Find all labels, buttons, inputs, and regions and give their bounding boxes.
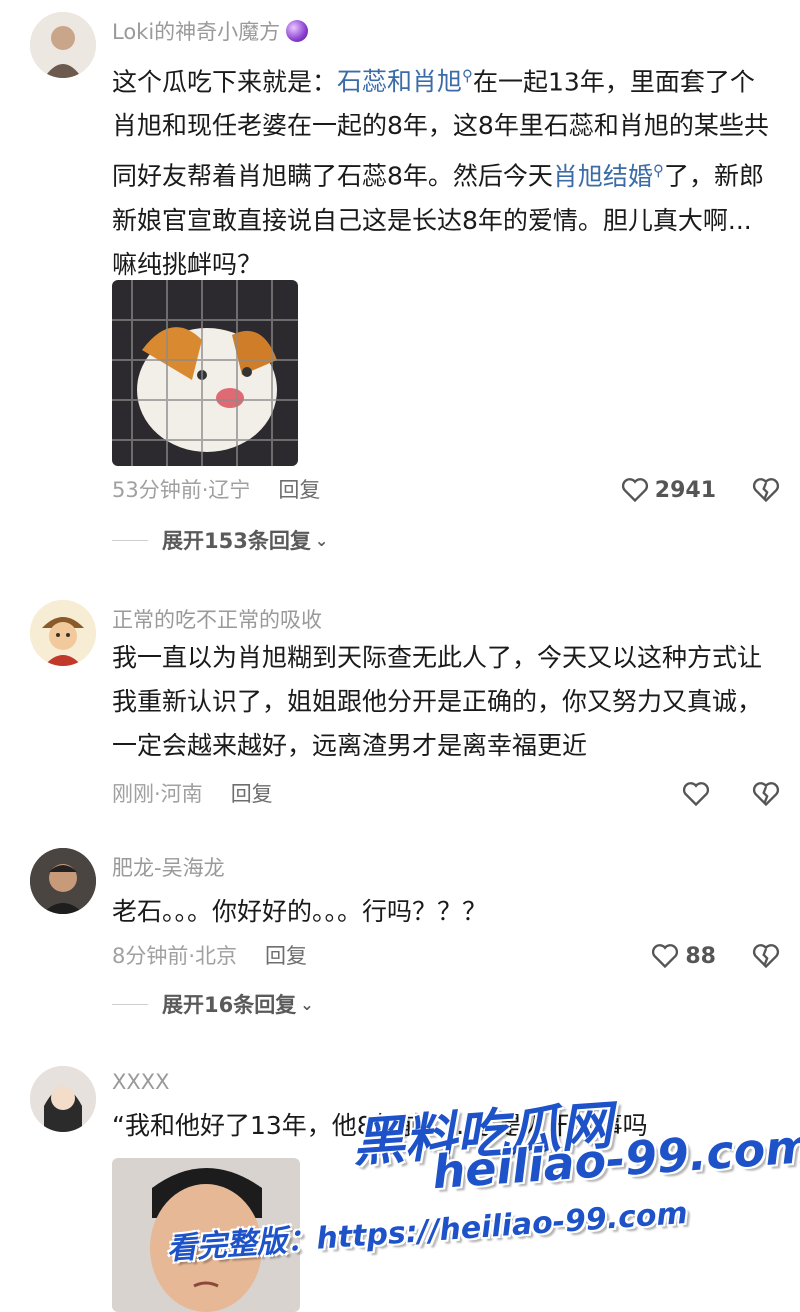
keyword-text: 石蕊和肖旭 [337, 67, 463, 97]
magic-orb-icon [286, 20, 309, 42]
username[interactable]: 正常的吃不正常的吸收 [112, 604, 322, 634]
avatar-image-icon [30, 1066, 96, 1132]
avatar[interactable] [30, 848, 96, 914]
cat-photo-image [112, 280, 298, 466]
time-location: 刚刚·河南 [112, 782, 203, 806]
comment-text: 老石。。。你好好的。。。行吗？？？ [112, 897, 488, 926]
expand-label: 展开153条回复 [162, 529, 311, 553]
search-icon: ⚲ [652, 161, 664, 180]
username[interactable]: 肥龙-吴海龙 [112, 852, 225, 882]
avatar-image-icon [30, 12, 96, 78]
time-location: 8分钟前·北京 [112, 944, 238, 968]
reply-button[interactable]: 回复 [278, 478, 320, 502]
keyword-link[interactable]: 石蕊和肖旭⚲ [337, 67, 473, 96]
dislike-button[interactable] [752, 472, 780, 508]
search-icon: ⚲ [462, 67, 474, 85]
comment-meta: 53分钟前·辽宁 回复 [112, 472, 320, 508]
reply-button[interactable]: 回复 [231, 782, 273, 806]
keyword-text: 肖旭结婚 [552, 161, 653, 191]
heart-icon [621, 478, 648, 503]
comment-text: 我一直以为肖旭糊到天际查无此人了，今天又以这种方式让我重新认识了，姐姐跟他分开是… [112, 643, 763, 760]
dislike-button[interactable] [752, 776, 780, 812]
divider [112, 1003, 148, 1005]
avatar[interactable] [30, 12, 96, 78]
expand-label: 展开16条回复 [162, 993, 297, 1017]
heart-icon [682, 782, 710, 807]
time-location: 53分钟前·辽宁 [112, 478, 251, 502]
avatar-image-icon [30, 848, 96, 914]
expand-replies-button[interactable]: 展开16条回复 ⌄ [112, 986, 314, 1022]
cat-photo[interactable] [112, 280, 298, 466]
avatar[interactable] [30, 600, 96, 666]
comment-text: 这个瓜吃下来就是：石蕊和肖旭⚲在一起13年，里面套了个肖旭和现任老婆在一起的8年… [112, 54, 772, 287]
like-count: 88 [685, 943, 716, 969]
reply-button[interactable]: 回复 [265, 944, 307, 968]
broken-heart-icon [752, 782, 780, 807]
keyword-link[interactable]: 肖旭结婚⚲ [552, 161, 664, 191]
like-button[interactable]: 88 [651, 938, 716, 974]
comment-meta: 刚刚·河南 回复 [112, 776, 273, 812]
chevron-down-icon: ⌄ [300, 994, 314, 1014]
like-button[interactable] [682, 776, 716, 812]
divider [112, 539, 148, 541]
username[interactable]: Loki的神奇小魔方 [112, 16, 309, 46]
comment-text-part: 这个瓜吃下来就是： [112, 67, 338, 97]
comment-meta: 8分钟前·北京 回复 [112, 938, 307, 974]
avatar[interactable] [30, 1066, 96, 1132]
username-text: Loki的神奇小魔方 [112, 20, 281, 44]
broken-heart-icon [752, 944, 780, 969]
avatar-image-icon [30, 600, 96, 666]
heart-icon [652, 944, 679, 969]
chevron-down-icon: ⌄ [314, 530, 329, 550]
like-count: 2941 [654, 477, 716, 503]
broken-heart-icon [752, 478, 780, 503]
like-button[interactable]: 2941 [621, 472, 716, 508]
username[interactable]: XXXX [112, 1070, 170, 1094]
expand-replies-button[interactable]: 展开153条回复 ⌄ [112, 522, 328, 558]
dislike-button[interactable] [752, 938, 780, 974]
